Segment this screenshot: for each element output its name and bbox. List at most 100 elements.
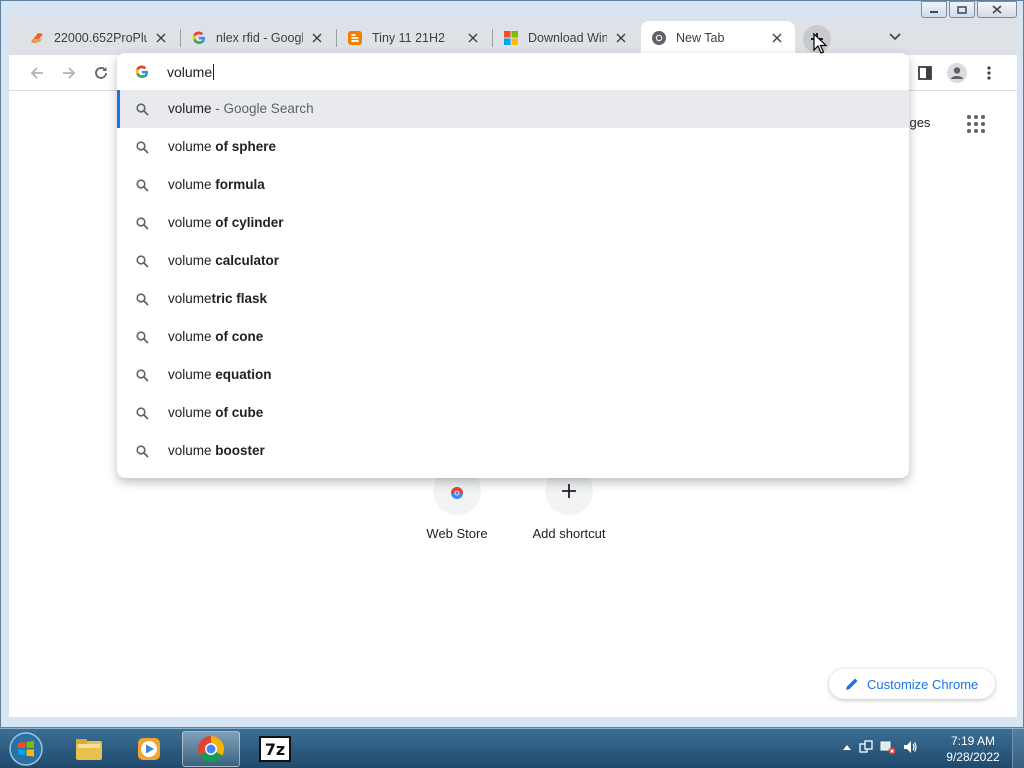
show-desktop-button[interactable]: [1012, 729, 1024, 768]
suggestion-bold: of sphere: [215, 139, 277, 154]
suggestion-item[interactable]: volume equation: [117, 356, 909, 394]
suggestion-item[interactable]: volume of sphere: [117, 128, 909, 166]
tab-2[interactable]: nlex rfid - Google: [181, 21, 335, 55]
search-icon: [134, 291, 150, 307]
text-caret: [213, 64, 215, 80]
taskbar: 7z 7:19 AM 9/28/2022: [0, 728, 1024, 768]
windows-logo-icon: [9, 732, 43, 766]
shortcut-web-store[interactable]: Web Store: [401, 467, 513, 541]
suggestion-item[interactable]: volume of cone: [117, 318, 909, 356]
chrome-window: 22000.652ProPlus nlex rfid - Google Tiny…: [0, 0, 1024, 728]
explorer-taskbar-button[interactable]: [60, 731, 118, 767]
search-icon: [134, 367, 150, 383]
google-apps-icon[interactable]: [963, 111, 989, 137]
suggestion-item[interactable]: volume of cylinder: [117, 204, 909, 242]
chrome-icon: [197, 735, 225, 763]
search-icon: [134, 101, 150, 117]
shortcut-label: Add shortcut: [532, 526, 606, 541]
search-icon: [134, 253, 150, 269]
close-tab-icon[interactable]: [769, 30, 785, 46]
start-button[interactable]: [4, 730, 48, 768]
search-icon: [134, 405, 150, 421]
clock-date: 9/28/2022: [946, 750, 1000, 764]
suggestion-text: volume: [168, 253, 216, 268]
tab-4[interactable]: Download Windows: [493, 21, 639, 55]
tab-search-button[interactable]: [885, 27, 905, 47]
blogger-icon: [347, 30, 363, 46]
tab-strip: 22000.652ProPlus nlex rfid - Google Tiny…: [9, 17, 1017, 55]
suggestion-item[interactable]: volume of cube: [117, 394, 909, 432]
suggestion-text: volume: [168, 291, 212, 306]
suggestion-item[interactable]: volume booster: [117, 432, 909, 470]
clock-time: 7:19 AM: [950, 734, 996, 748]
tab-title: nlex rfid - Google: [216, 31, 303, 45]
suggestion-text: volume: [168, 139, 216, 154]
tab-3[interactable]: Tiny 11 21H2: [337, 21, 491, 55]
forward-button[interactable]: [55, 59, 83, 87]
folder-icon: [76, 739, 102, 760]
omnibox-text: volume: [167, 64, 213, 80]
volume-icon[interactable]: [902, 739, 918, 755]
search-icon: [134, 329, 150, 345]
media-player-taskbar-button[interactable]: [120, 731, 178, 767]
tab-new-tab[interactable]: New Tab: [641, 21, 795, 55]
shortcut-add[interactable]: Add shortcut: [513, 467, 625, 541]
search-icon: [134, 215, 150, 231]
suggestion-item[interactable]: volume - Google Search: [117, 90, 909, 128]
shortcut-label: Web Store: [426, 526, 488, 541]
taskbar-clock[interactable]: 7:19 AM 9/28/2022: [940, 733, 1006, 765]
search-icon: [134, 443, 150, 459]
suggestion-bold: booster: [215, 443, 265, 458]
suggestion-item[interactable]: volume formula: [117, 166, 909, 204]
suggestion-text: volume: [168, 177, 216, 192]
suggestion-bold: of cube: [215, 405, 264, 420]
suggestion-bold: formula: [215, 177, 265, 192]
chrome-icon: [651, 30, 667, 46]
chrome-taskbar-button[interactable]: [182, 731, 240, 767]
suggestion-text: volume: [168, 443, 216, 458]
close-tab-icon[interactable]: [309, 30, 325, 46]
google-icon: [191, 30, 207, 46]
close-tab-icon[interactable]: [613, 30, 629, 46]
system-tray: [842, 739, 918, 755]
menu-button[interactable]: [975, 59, 1003, 87]
omnibox-dropdown: volume volume - Google Search volume of …: [117, 53, 909, 478]
suggestion-bold: tric flask: [211, 291, 268, 306]
tab-title: Download Windows: [528, 31, 607, 45]
back-button[interactable]: [23, 59, 51, 87]
suggestion-bold: of cylinder: [215, 215, 284, 230]
7zip-taskbar-button[interactable]: 7z: [246, 731, 304, 767]
action-center-icon[interactable]: [858, 739, 874, 755]
suggestion-item[interactable]: volumetric flask: [117, 280, 909, 318]
suggestion-text: volume: [168, 405, 216, 420]
search-icon: [134, 177, 150, 193]
close-tab-icon[interactable]: [465, 30, 481, 46]
suggestion-suffix: - Google Search: [211, 101, 314, 116]
suggestion-text: volume: [168, 101, 212, 116]
reload-button[interactable]: [87, 59, 115, 87]
customize-label: Customize Chrome: [867, 676, 979, 692]
tab-title: 22000.652ProPlus: [54, 31, 147, 45]
profile-button[interactable]: [943, 59, 971, 87]
show-hidden-icons-icon[interactable]: [842, 743, 852, 751]
suggestion-text: volume: [168, 329, 216, 344]
maximize-button[interactable]: [949, 1, 975, 18]
suggestion-bold: of cone: [215, 329, 264, 344]
pencil-icon: [846, 678, 858, 690]
suggestion-item[interactable]: volume calculator: [117, 242, 909, 280]
omnibox-input[interactable]: volume: [117, 53, 909, 91]
microsoft-icon: [503, 30, 519, 46]
close-tab-icon[interactable]: [153, 30, 169, 46]
tab-title: New Tab: [676, 31, 725, 45]
close-window-button[interactable]: [977, 1, 1017, 18]
customize-chrome-button[interactable]: Customize Chrome: [829, 669, 995, 699]
search-icon: [134, 139, 150, 155]
side-panel-button[interactable]: [911, 59, 939, 87]
network-icon[interactable]: [880, 739, 896, 755]
tab-title: Tiny 11 21H2: [372, 31, 445, 45]
minimize-button[interactable]: [921, 1, 947, 18]
office-icon: [29, 30, 45, 46]
suggestion-bold: equation: [215, 367, 272, 382]
tab-1[interactable]: 22000.652ProPlus: [19, 21, 179, 55]
7zip-icon: 7z: [259, 736, 291, 762]
